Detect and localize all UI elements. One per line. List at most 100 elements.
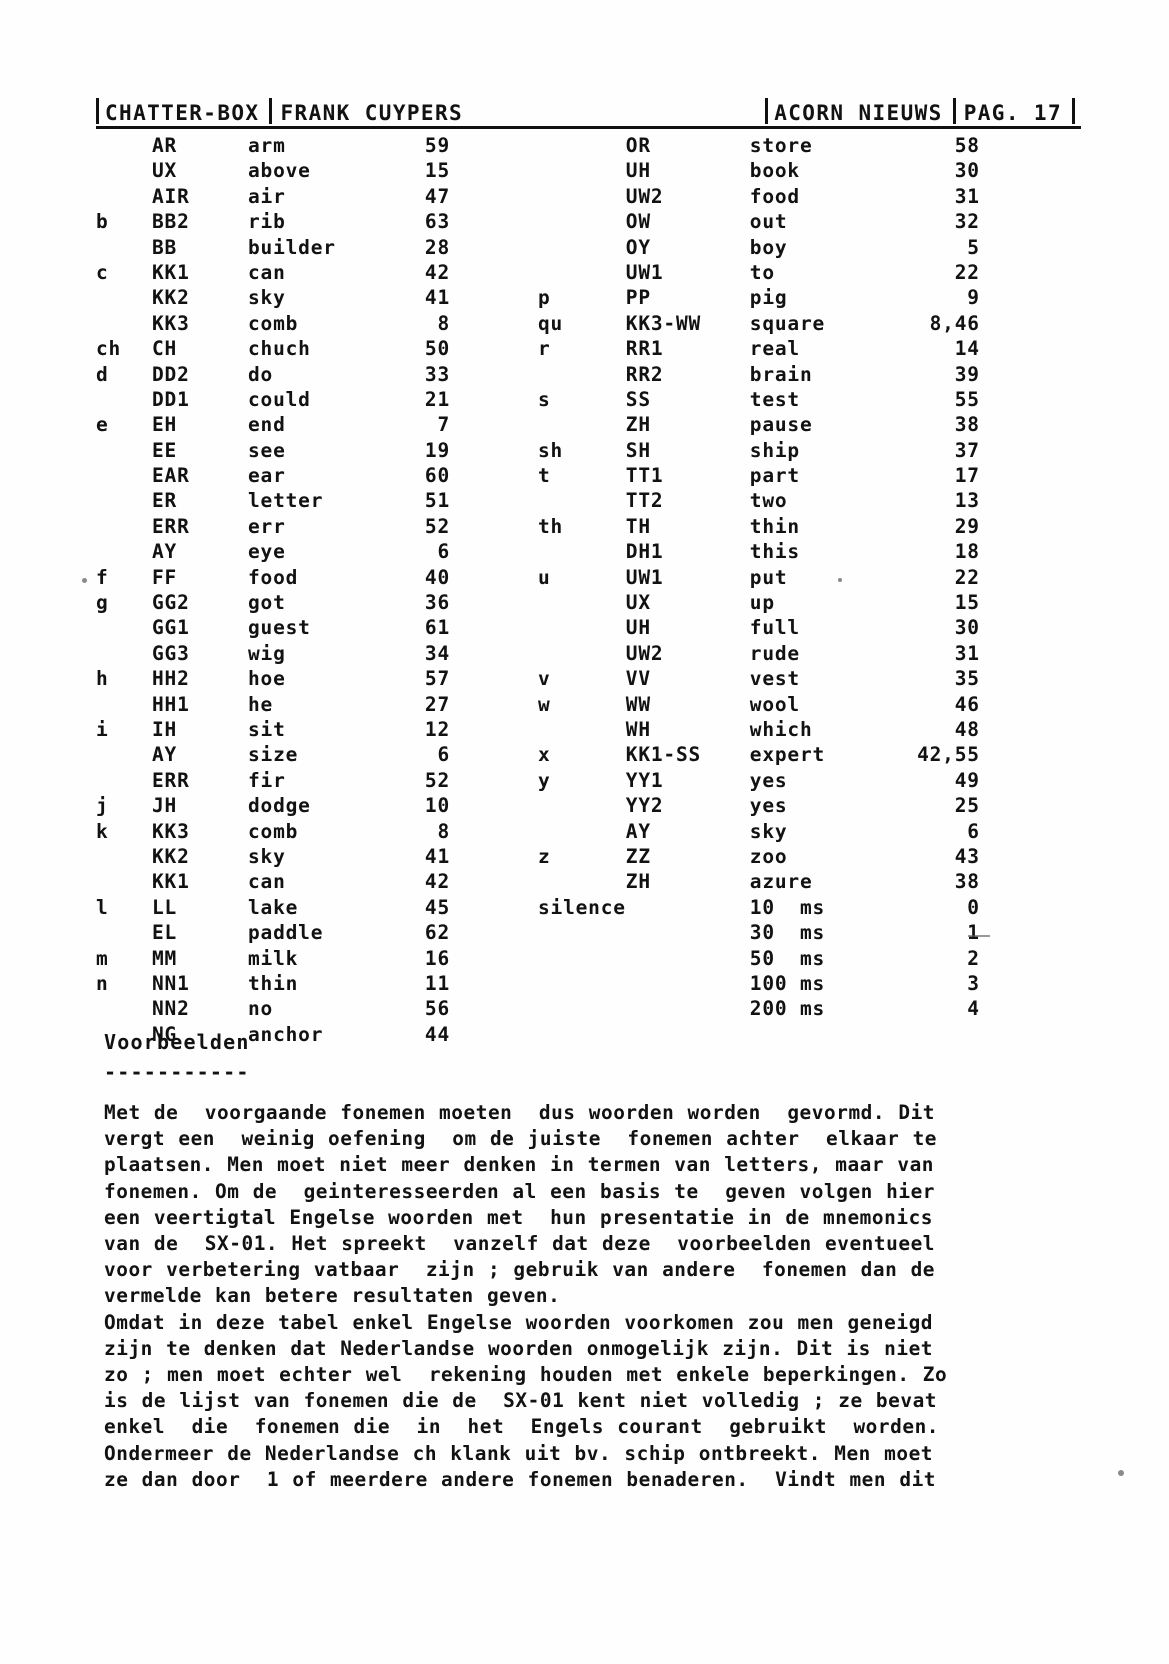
row-phoneme-left: KK3	[152, 311, 190, 335]
row-gap	[450, 413, 538, 438]
row-code-right: 31	[954, 641, 980, 665]
row-gap	[450, 134, 538, 159]
table-row: ch CH chuch 50 r RR1 real 14	[96, 337, 980, 362]
row-word-right: yes	[749, 768, 788, 792]
section-heading: Voorbeelden	[104, 1030, 250, 1054]
row-gap	[450, 591, 538, 616]
row-code-left: 52	[424, 514, 450, 538]
row-gap	[450, 667, 538, 692]
row-letter-left	[96, 540, 152, 565]
row-phoneme-right	[626, 947, 750, 972]
row-gap	[450, 489, 538, 514]
row-code-right: 37	[954, 438, 980, 462]
row-letter-left	[96, 134, 152, 159]
row-word-right: brain	[749, 362, 813, 386]
table-row: EAR ear 60 t TT1 part 17	[96, 464, 980, 489]
row-code-left: 63	[424, 210, 450, 234]
row-code-right	[900, 1023, 980, 1048]
header-section-title: CHATTER-BOX	[105, 100, 260, 125]
row-word-right: two	[749, 489, 788, 513]
row-phoneme-right: UH	[625, 616, 651, 640]
row-gap	[450, 286, 538, 311]
row-gap	[450, 642, 538, 667]
row-phoneme-right: OW	[625, 210, 651, 234]
row-code-left: 44	[424, 1022, 450, 1046]
row-phoneme-right: SH	[625, 438, 651, 462]
row-letter-left: j	[96, 794, 109, 818]
row-gap	[450, 794, 538, 819]
row-gap	[450, 616, 538, 641]
row-gap	[450, 261, 538, 286]
row-word-left: hoe	[248, 667, 286, 691]
row-code-right: 2	[967, 946, 980, 970]
row-code-right: 30	[954, 616, 980, 640]
row-phoneme-right: AY	[625, 819, 651, 843]
row-letter-left	[96, 997, 152, 1022]
row-code-left: 21	[424, 387, 450, 411]
row-phoneme-left: NN2	[152, 997, 190, 1021]
row-letter-right: sh	[538, 438, 564, 462]
row-code-right: 38	[954, 870, 980, 894]
row-phoneme-right: WW	[625, 692, 651, 716]
row-letter-left: k	[96, 819, 109, 843]
row-letter-left: g	[96, 591, 109, 615]
row-code-right: 1	[967, 921, 980, 945]
table-row: i IH sit 12 WH which 48	[96, 718, 980, 743]
row-phoneme-right: KK3-WW	[625, 311, 702, 335]
row-phoneme-left: GG3	[152, 641, 190, 665]
row-code-right: 30	[954, 159, 980, 183]
row-gap	[450, 896, 538, 921]
row-gap	[450, 236, 538, 261]
row-phoneme-right	[626, 1023, 750, 1048]
row-code-right: 42,55	[917, 743, 980, 767]
row-code-left: 19	[424, 438, 450, 462]
row-gap	[450, 388, 538, 413]
row-code-right: 25	[954, 794, 980, 818]
row-phoneme-right: UW2	[625, 641, 664, 665]
scan-dash-mark	[968, 935, 990, 937]
row-code-right: 38	[954, 413, 980, 437]
table-row: KK2 sky 41 z ZZ zoo 43	[96, 845, 980, 870]
row-phoneme-left: AIR	[152, 184, 190, 208]
row-phoneme-left: DD1	[152, 387, 190, 411]
row-word-left: above	[248, 159, 311, 183]
row-word-left: ear	[248, 464, 286, 488]
table-row: d DD2 do 33 RR2 brain 39	[96, 363, 980, 388]
row-phoneme-right: TH	[625, 514, 651, 538]
row-phoneme-left: GG1	[152, 616, 190, 640]
row-code-right: 5	[967, 235, 980, 259]
row-code-right: 8,46	[929, 311, 980, 335]
row-letter-left	[96, 642, 152, 667]
row-letter-right: v	[538, 667, 551, 691]
header-divider-right1	[765, 98, 769, 124]
row-gap	[450, 566, 538, 591]
row-word-left: sky	[248, 286, 286, 310]
row-gap	[450, 743, 538, 768]
row-phoneme-left: KK1	[152, 870, 190, 894]
row-phoneme-right: UH	[625, 159, 651, 183]
row-code-left: 12	[424, 717, 450, 741]
row-letter-right	[538, 210, 626, 235]
table-row: EE see 19 sh SH ship 37	[96, 439, 980, 464]
row-word-right: zoo	[749, 844, 788, 868]
phoneme-table-body: AR arm 59 OR store 58 UX above 15 UH book 30 AIR air 4…	[96, 134, 980, 1048]
row-letter-right	[538, 134, 626, 159]
header-divider-left	[96, 98, 99, 124]
row-letter-left: ch	[96, 337, 122, 361]
row-code-right: 3	[967, 971, 980, 995]
row-phoneme-left: HH1	[152, 692, 190, 716]
row-letter-right	[538, 642, 626, 667]
row-code-left: 47	[424, 184, 450, 208]
row-phoneme-left: CH	[152, 337, 178, 361]
page-header: CHATTER-BOX FRANK CUYPERS ACORN NIEUWS P…	[96, 92, 1081, 129]
row-phoneme-left: ERR	[152, 514, 190, 538]
row-letter-left	[96, 286, 152, 311]
row-phoneme-left: BB2	[152, 210, 190, 234]
row-code-right: 22	[954, 565, 980, 589]
row-gap	[450, 997, 538, 1022]
section-heading-underline: -----------	[104, 1060, 250, 1084]
row-code-right: 39	[954, 362, 980, 386]
row-code-right: 15	[954, 591, 980, 615]
row-gap	[450, 947, 538, 972]
row-letter-right	[538, 947, 626, 972]
